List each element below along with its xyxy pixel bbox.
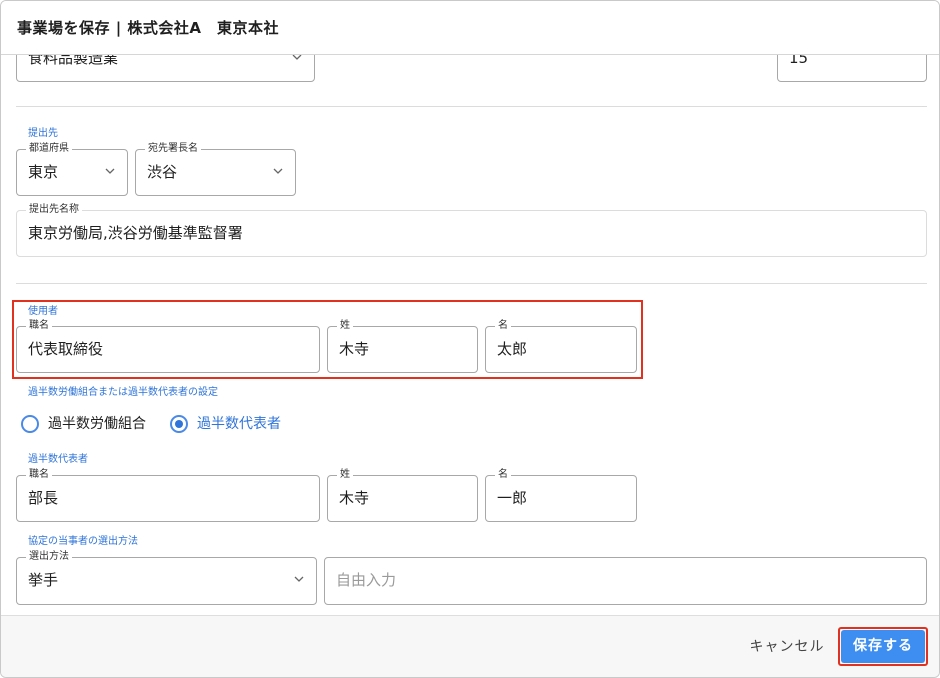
majority-rep-title-field[interactable]: 職名 部長 <box>16 469 320 522</box>
majority-rep-surname-value: 木寺 <box>339 489 370 507</box>
industry-select-value: 食料品製造業 <box>28 55 119 67</box>
radio-majority-union-label: 過半数労働組合 <box>48 416 146 432</box>
chevron-down-icon <box>273 168 283 175</box>
prefecture-label: 都道府県 <box>26 143 72 155</box>
employer-surname-value: 木寺 <box>339 340 370 358</box>
dialog-header: 事業場を保存 | 株式会社A 東京本社 <box>1 1 939 55</box>
chevron-down-icon <box>294 576 304 583</box>
save-workplace-dialog: 事業場を保存 | 株式会社A 東京本社 食料品製造業 15 提出先 都道府県 東… <box>0 0 940 678</box>
destination-name-label: 提出先名称 <box>26 204 82 216</box>
employer-given-name-value: 太郎 <box>497 340 528 358</box>
employer-title-label: 職名 <box>26 320 52 332</box>
dialog-footer: キャンセル 保存する <box>1 615 939 677</box>
majority-rep-surname-field[interactable]: 姓 木寺 <box>327 469 478 522</box>
industry-select[interactable]: 食料品製造業 <box>16 55 315 82</box>
majority-setting-group-label: 過半数労働組合または過半数代表者の設定 <box>28 387 218 398</box>
majority-rep-group-label: 過半数代表者 <box>28 454 88 465</box>
majority-rep-title-value: 部長 <box>28 489 59 507</box>
selection-free-input[interactable]: 自由入力 <box>324 557 927 605</box>
radio-unchecked-icon <box>21 415 39 433</box>
section-divider <box>16 283 927 284</box>
employer-title-field[interactable]: 職名 代表取締役 <box>16 320 320 373</box>
dialog-title: 事業場を保存 | 株式会社A 東京本社 <box>17 19 280 37</box>
employer-group-label: 使用者 <box>28 306 58 317</box>
selection-method-label: 選出方法 <box>26 551 72 563</box>
majority-rep-given-name-value: 一郎 <box>497 489 528 507</box>
prefecture-value: 東京 <box>28 163 59 181</box>
office-head-label: 宛先署長名 <box>145 143 201 155</box>
employer-given-name-label: 名 <box>495 320 511 332</box>
number-field-value: 15 <box>789 55 809 67</box>
selection-method-select[interactable]: 選出方法 挙手 <box>16 551 317 605</box>
section-divider <box>16 106 927 107</box>
majority-rep-given-name-label: 名 <box>495 469 511 481</box>
radio-checked-icon <box>170 415 188 433</box>
radio-majority-representative-label: 過半数代表者 <box>197 416 281 432</box>
chevron-down-icon <box>105 168 115 175</box>
employer-surname-label: 姓 <box>337 320 353 332</box>
majority-rep-surname-label: 姓 <box>337 469 353 481</box>
employer-title-value: 代表取締役 <box>28 340 104 358</box>
prefecture-select[interactable]: 都道府県 東京 <box>16 143 128 196</box>
selection-free-input-placeholder: 自由入力 <box>336 571 397 589</box>
employer-surname-field[interactable]: 姓 木寺 <box>327 320 478 373</box>
office-head-value: 渋谷 <box>147 163 178 181</box>
radio-majority-representative[interactable]: 過半数代表者 <box>170 413 300 435</box>
save-button[interactable]: 保存する <box>841 630 925 663</box>
selection-method-value: 挙手 <box>28 571 59 589</box>
dialog-body[interactable]: 食料品製造業 15 提出先 都道府県 東京 宛先署長名 渋谷 提出先名称 東京労… <box>1 55 939 615</box>
majority-rep-given-name-field[interactable]: 名 一郎 <box>485 469 637 522</box>
destination-name-value: 東京労働局,渋谷労働基準監督署 <box>28 224 243 242</box>
radio-majority-union[interactable]: 過半数労働組合 <box>21 413 161 435</box>
majority-rep-title-label: 職名 <box>26 469 52 481</box>
number-field[interactable]: 15 <box>777 55 927 82</box>
selection-method-group-label: 協定の当事者の選出方法 <box>28 536 138 547</box>
employer-given-name-field[interactable]: 名 太郎 <box>485 320 637 373</box>
office-head-select[interactable]: 宛先署長名 渋谷 <box>135 143 296 196</box>
submission-group-label: 提出先 <box>28 128 58 139</box>
destination-name-field[interactable]: 提出先名称 東京労働局,渋谷労働基準監督署 <box>16 204 927 257</box>
cancel-button[interactable]: キャンセル <box>739 632 835 662</box>
chevron-down-icon <box>292 55 302 61</box>
